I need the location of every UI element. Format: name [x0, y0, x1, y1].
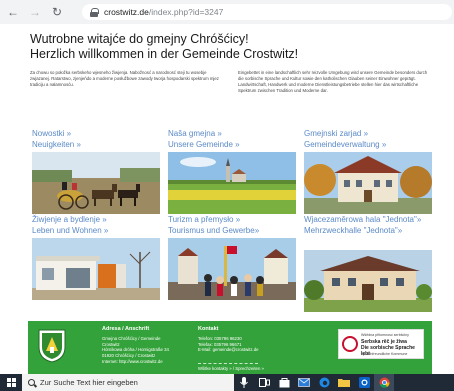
website-link[interactable]: Internet: http://www.crostwitz.de	[102, 359, 194, 365]
footer-address: Adresa / Anschrift Gmejna Chróšćicy / Ge…	[102, 326, 194, 365]
windows-taskbar: Zur Suche Text hier eingeben	[0, 374, 454, 391]
chrome-icon[interactable]	[374, 374, 394, 391]
tile-news-sorbian[interactable]: Nowostki »	[32, 128, 172, 139]
tile-administration-german[interactable]: Gemeindeverwaltung »	[304, 139, 444, 150]
forward-arrow-icon[interactable]: →	[28, 5, 42, 19]
tile-community-link[interactable]: Naša gmejna » Unsere Gemeinde »	[168, 128, 308, 150]
tile-administration-image[interactable]	[304, 152, 432, 214]
footer-divider	[198, 363, 258, 364]
intro-sorbian: Za chowu so połožka serbskeho wjesneho ž…	[30, 70, 219, 87]
tile-community-sorbian[interactable]: Naša gmejna »	[168, 128, 308, 139]
task-view-icon[interactable]	[254, 374, 274, 391]
back-arrow-icon[interactable]: ←	[6, 5, 20, 19]
badge-caption: Wšědna přitomnosć serbšćiny	[361, 333, 409, 337]
edge-icon[interactable]	[314, 374, 334, 391]
search-placeholder: Zur Suche Text hier eingeben	[40, 378, 138, 387]
search-icon	[28, 379, 35, 386]
tile-tourism-german[interactable]: Tourismus und Gewerbe»	[168, 225, 308, 236]
tile-administration-link[interactable]: Gmejnski zarjad » Gemeindeverwaltung »	[304, 128, 444, 150]
tile-news-image[interactable]	[32, 152, 160, 214]
tile-tourism-sorbian[interactable]: Turizm a přemysło »	[168, 214, 308, 225]
tile-living-image[interactable]	[32, 238, 160, 300]
tile-community-german[interactable]: Unsere Gemeinde »	[168, 139, 308, 150]
outlook-icon[interactable]	[354, 374, 374, 391]
tile-hall-german[interactable]: Mehrzweckhalle "Jednota"»	[304, 225, 444, 236]
page-title: Wutrobne witajće do gmejny Chróšćicy! He…	[30, 32, 298, 62]
url-path: /index.php?id=3247	[148, 7, 224, 17]
windows-logo-icon	[6, 378, 16, 387]
microphone-icon[interactable]	[234, 374, 254, 391]
sorbian-language-badge[interactable]: Wšědna přitomnosć serbšćiny Serbska rěč …	[338, 329, 424, 359]
tile-hall-image[interactable]	[304, 250, 432, 312]
address-heading: Adresa / Anschrift	[102, 326, 150, 332]
tile-community-image[interactable]	[168, 152, 296, 214]
lock-icon	[90, 7, 99, 17]
url-host: crostwitz.de	[104, 7, 149, 17]
intro-german: Eingebettet in eine landschaftlich sehr …	[238, 70, 428, 93]
page-footer: Adresa / Anschrift Gmejna Chróšćicy / Ge…	[28, 321, 432, 377]
mail-icon[interactable]	[294, 374, 314, 391]
tile-tourism-image[interactable]	[168, 238, 296, 300]
tile-hall-sorbian[interactable]: Wjacezaměrowa hala "Jednota"»	[304, 214, 444, 225]
title-sorbian: Wutrobne witajće do gmejny Chróšćicy!	[30, 32, 249, 46]
store-icon[interactable]	[274, 374, 294, 391]
badge-subcaption: Sprachfreundliche Kommune	[361, 352, 408, 356]
address-bar[interactable]: crostwitz.de/index.php?id=3247	[82, 4, 452, 20]
tile-administration-sorbian[interactable]: Gmejnski zarjad »	[304, 128, 444, 139]
taskbar-search[interactable]: Zur Suche Text hier eingeben	[22, 374, 234, 391]
tile-news-german[interactable]: Neuigkeiten »	[32, 139, 172, 150]
tile-living-sorbian[interactable]: Žiwjenje a bydlenje »	[32, 214, 172, 225]
contacts-link[interactable]: Wšitke kontakty » / Sprechzeiten »	[198, 366, 318, 372]
web-page: Wutrobne witajće do gmejny Chróšćicy! He…	[0, 24, 454, 377]
tile-news-link[interactable]: Nowostki » Neuigkeiten »	[32, 128, 172, 150]
coat-of-arms-icon	[38, 329, 66, 363]
start-button[interactable]	[0, 374, 22, 391]
browser-toolbar: ← → ↻ crostwitz.de/index.php?id=3247	[0, 0, 454, 24]
tile-hall-link[interactable]: Wjacezaměrowa hala "Jednota"» Mehrzweckh…	[304, 214, 444, 236]
tile-tourism-link[interactable]: Turizm a přemysło » Tourismus und Gewerb…	[168, 214, 308, 236]
contact-heading: Kontakt	[198, 326, 219, 332]
language-logo-icon	[342, 336, 358, 352]
tile-living-german[interactable]: Leben und Wohnen »	[32, 225, 172, 236]
email-link[interactable]: E-Mail: gemeinde@crostwitz.de	[198, 347, 318, 353]
footer-contact: Kontakt Telefon: 035796 96230 Telefax: 0…	[198, 326, 318, 353]
file-explorer-icon[interactable]	[334, 374, 354, 391]
reload-icon[interactable]: ↻	[50, 5, 64, 19]
url-text: crostwitz.de/index.php?id=3247	[104, 7, 223, 17]
title-german: Herzlich willkommen in der Gemeinde Cros…	[30, 47, 299, 61]
tile-living-link[interactable]: Žiwjenje a bydlenje » Leben und Wohnen »	[32, 214, 172, 236]
